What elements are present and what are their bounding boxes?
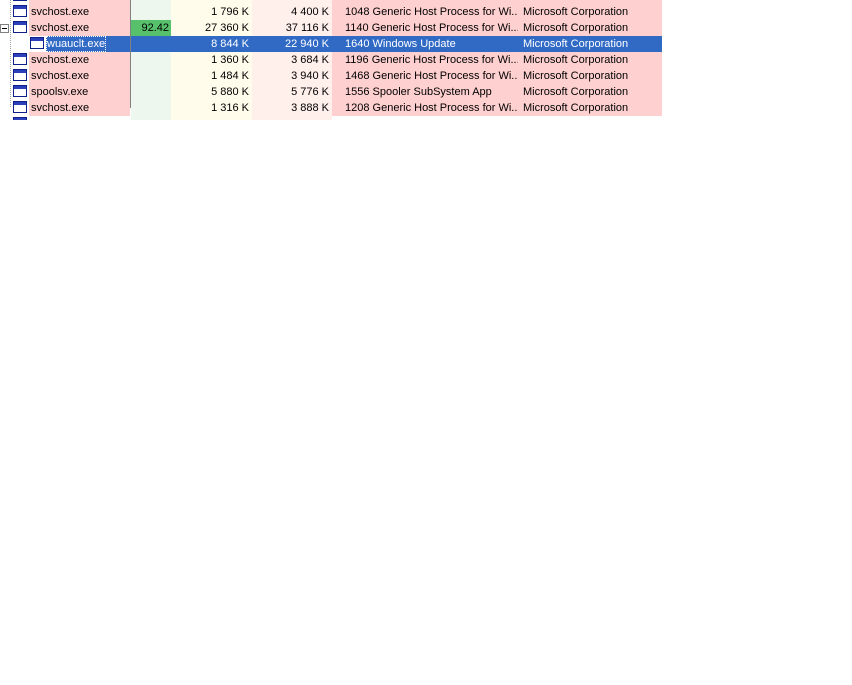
process-row[interactable]: svchost.exe 92.42 27 360 K 37 116 K 1140… xyxy=(0,20,662,36)
cpu-cell xyxy=(131,116,171,120)
cpu-cell xyxy=(131,36,171,52)
window-icon xyxy=(13,117,27,120)
pid-value: 1208 xyxy=(345,102,370,114)
process-name: wuauclt.exe xyxy=(46,36,107,52)
company-cell: Microsoft Corporation xyxy=(518,36,662,52)
private-bytes-cell: 1 796 K xyxy=(171,4,252,20)
working-set-cell: 37 116 K xyxy=(252,20,332,36)
description-value: Generic Host Process for Wi... xyxy=(372,70,518,82)
process-name: svchost.exe xyxy=(31,54,90,66)
process-name: svchost.exe xyxy=(31,22,90,34)
pid-value: 1556 xyxy=(345,86,370,98)
description-value: Generic Host Process for Wi... xyxy=(372,6,518,18)
process-row[interactable]: svchost.exe 1 316 K 3 888 K 1208 Generic… xyxy=(0,100,662,116)
process-name xyxy=(30,116,32,120)
company-cell: Microsoft Corporation xyxy=(518,20,662,36)
description-value: Generic Host Process for Wi... xyxy=(371,22,518,34)
description-value: Windows Update xyxy=(372,38,456,50)
company-cell: Microsoft Corporation xyxy=(518,84,662,100)
private-bytes-cell: 8 844 K xyxy=(171,36,252,52)
company-cell xyxy=(518,116,662,120)
window-icon xyxy=(13,53,27,65)
process-name: svchost.exe xyxy=(31,102,90,114)
pid-value: 1468 xyxy=(345,70,370,82)
process-row[interactable]: svchost.exe 1 484 K 3 940 K 1468 Generic… xyxy=(0,68,662,84)
working-set-cell xyxy=(252,116,332,120)
window-icon xyxy=(13,101,27,113)
working-set-cell: 5 776 K xyxy=(252,84,332,100)
process-name: svchost.exe xyxy=(31,70,90,82)
description-cell: 1556 Spooler SubSystem App xyxy=(332,84,518,100)
window-icon xyxy=(13,69,27,81)
cpu-cell xyxy=(131,4,171,20)
description-cell: 1140 Generic Host Process for Wi... xyxy=(332,20,518,36)
window-icon xyxy=(13,21,27,33)
private-bytes-cell: 27 360 K xyxy=(171,20,252,36)
cpu-cell: 92.42 xyxy=(131,20,171,36)
description-cell xyxy=(332,116,518,120)
process-row[interactable]: svchost.exe 1 796 K 4 400 K 1048 Generic… xyxy=(0,4,662,20)
company-cell: Microsoft Corporation xyxy=(518,4,662,20)
company-cell: Microsoft Corporation xyxy=(518,52,662,68)
window-icon xyxy=(30,37,44,49)
window-icon xyxy=(13,85,27,97)
private-bytes-cell: 1 316 K xyxy=(171,100,252,116)
company-cell: Microsoft Corporation xyxy=(518,100,662,116)
private-bytes-cell: 1 484 K xyxy=(171,68,252,84)
process-row[interactable] xyxy=(0,116,662,120)
description-value: Generic Host Process for Wi... xyxy=(371,54,518,66)
working-set-cell: 3 940 K xyxy=(252,68,332,84)
cpu-cell xyxy=(131,68,171,84)
pid-value: 1196 xyxy=(345,54,369,66)
working-set-cell: 3 684 K xyxy=(252,52,332,68)
working-set-cell: 4 400 K xyxy=(252,4,332,20)
description-cell: 1196 Generic Host Process for Wi... xyxy=(332,52,518,68)
company-cell: Microsoft Corporation xyxy=(518,68,662,84)
cpu-cell xyxy=(131,52,171,68)
window-icon xyxy=(13,0,27,1)
description-cell: 1208 Generic Host Process for Wi... xyxy=(332,100,518,116)
description-cell: 1468 Generic Host Process for Wi... xyxy=(332,68,518,84)
description-value: Generic Host Process for Wi... xyxy=(372,102,518,114)
working-set-cell: 22 940 K xyxy=(252,36,332,52)
window-icon xyxy=(13,5,27,17)
column-divider[interactable] xyxy=(130,0,131,108)
description-cell: 1640 Windows Update xyxy=(332,36,518,52)
working-set-cell: 3 888 K xyxy=(252,100,332,116)
private-bytes-cell: 5 880 K xyxy=(171,84,252,100)
tree-collapse-icon[interactable] xyxy=(0,24,9,33)
pid-value: 1048 xyxy=(345,6,370,18)
description-cell: 1048 Generic Host Process for Wi... xyxy=(332,4,518,20)
cpu-cell xyxy=(131,84,171,100)
process-row[interactable]: svchost.exe 1 360 K 3 684 K 1196 Generic… xyxy=(0,52,662,68)
pid-value: 1140 xyxy=(345,22,369,34)
process-row-selected[interactable]: wuauclt.exe 8 844 K 22 940 K 1640 Window… xyxy=(0,36,662,52)
private-bytes-cell xyxy=(171,116,252,120)
process-list[interactable]: svchost.exe 1 796 K 4 400 K 1048 Generic… xyxy=(0,0,662,120)
process-row[interactable]: spoolsv.exe 5 880 K 5 776 K 1556 Spooler… xyxy=(0,84,662,100)
description-value: Spooler SubSystem App xyxy=(372,86,492,98)
pid-value: 1640 xyxy=(345,38,370,50)
cpu-cell xyxy=(131,100,171,116)
process-name: spoolsv.exe xyxy=(31,86,89,98)
private-bytes-cell: 1 360 K xyxy=(171,52,252,68)
process-name: svchost.exe xyxy=(31,6,90,18)
